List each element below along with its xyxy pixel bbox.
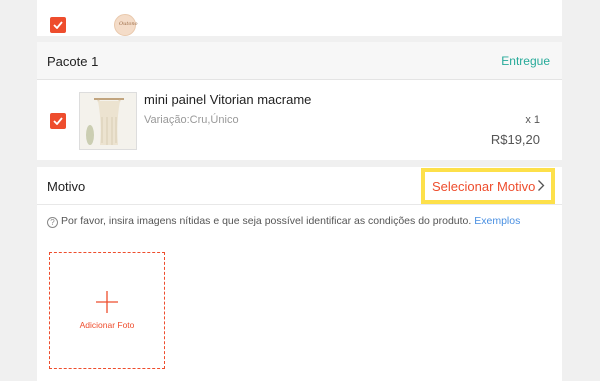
photo-hint-text: Por favor, insira imagens nítidas e que … [61,215,472,227]
chevron-right-icon [538,180,545,191]
product-quantity: x 1 [525,114,540,126]
package-status: Entregue [501,54,550,68]
select-motivo-label: Selecionar Motivo [432,179,536,194]
shop-logo-text: Outono [119,21,138,27]
product-name[interactable]: mini painel Vitorian macrame [144,92,311,107]
add-photo-button[interactable]: Adicionar Foto [49,252,165,369]
shop-row: Outono [37,0,562,36]
shop-logo-icon[interactable]: Outono [114,14,138,36]
checkmark-icon [53,117,63,125]
product-price: R$19,20 [490,132,540,147]
motivo-section: Motivo Selecionar Motivo ? Por favor, ins… [37,167,562,381]
package-title: Pacote 1 [47,54,99,69]
photo-hint: ? Por favor, insira imagens nítidas e que… [47,215,520,228]
divider [37,204,562,205]
shop-checkbox[interactable] [50,17,66,33]
question-icon: ? [47,217,58,228]
product-row: mini painel Vitorian macrame Variação:Cr… [37,80,562,160]
motivo-label: Motivo [47,179,86,194]
package-header: Pacote 1 Entregue [37,42,562,80]
product-thumbnail[interactable] [79,92,137,150]
macrame-thumbnail-icon [80,93,136,149]
product-checkbox[interactable] [50,113,66,129]
select-motivo-button[interactable]: Selecionar Motivo [421,168,555,204]
add-photo-label: Adicionar Foto [79,320,135,330]
examples-link[interactable]: Exemplos [474,215,520,227]
plus-icon [96,291,118,313]
checkmark-icon [53,21,63,29]
product-variation: Variação:Cru,Único [144,114,239,126]
